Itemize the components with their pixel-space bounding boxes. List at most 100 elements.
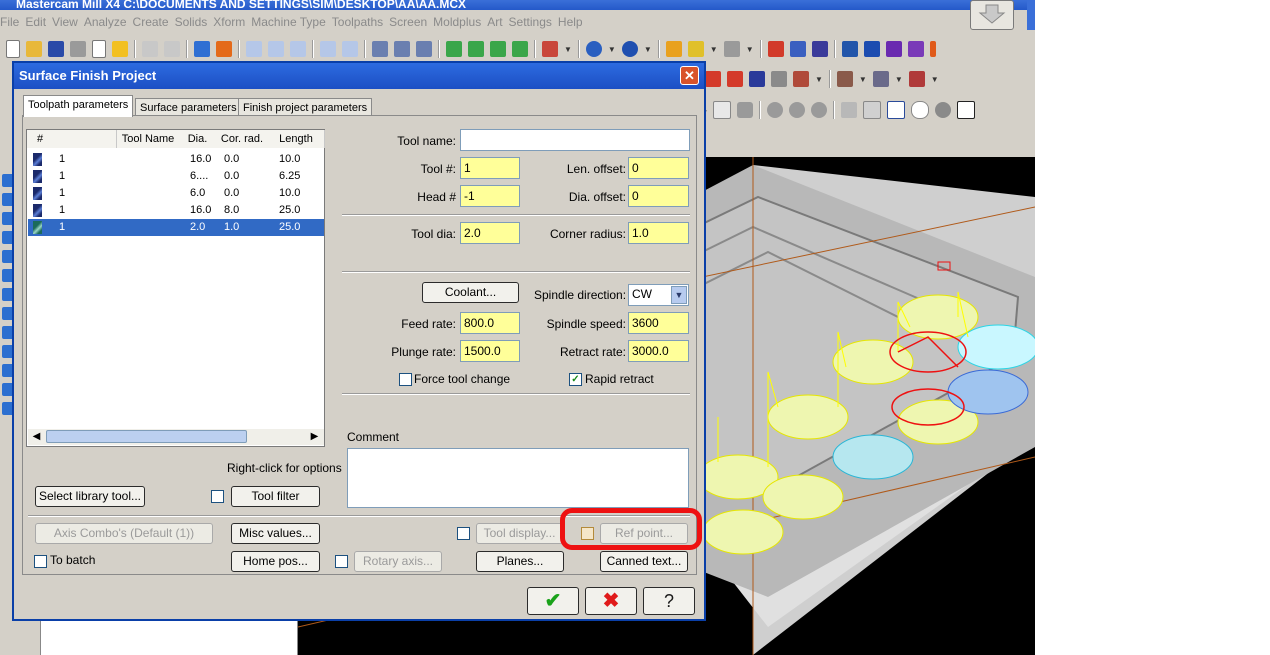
spindle-direction-select[interactable]: CW ▼: [628, 284, 689, 306]
retract-rate-field[interactable]: 3000.0: [628, 340, 689, 362]
layers-icon[interactable]: [907, 41, 924, 57]
redo-icon[interactable]: [164, 41, 180, 57]
menu-settings[interactable]: Settings: [509, 15, 558, 29]
view-box-icon[interactable]: [542, 41, 558, 57]
toolpath-backplot-icon[interactable]: [394, 41, 410, 57]
zoom-window-icon[interactable]: [246, 41, 262, 57]
no-icon[interactable]: [911, 101, 930, 119]
menu-solids[interactable]: Solids: [175, 15, 214, 29]
scroll-right-arrow-icon[interactable]: ▶: [308, 430, 321, 443]
ok-button[interactable]: ✔: [527, 587, 579, 615]
chevron-down-icon[interactable]: ▼: [564, 45, 572, 54]
shade-icon[interactable]: [216, 41, 232, 57]
print-preview-icon[interactable]: [92, 40, 106, 58]
menu-analyze[interactable]: Analyze: [84, 15, 133, 29]
grid-icon[interactable]: [811, 41, 828, 57]
column-header-tool-name[interactable]: Tool Name: [117, 130, 180, 148]
select-library-tool-button[interactable]: Select library tool...: [35, 486, 145, 507]
chevron-down-icon[interactable]: ▼: [710, 45, 718, 54]
chevron-down-icon[interactable]: ▼: [859, 75, 867, 84]
chevron-down-icon[interactable]: ▼: [815, 75, 823, 84]
bottle-icon[interactable]: [908, 71, 925, 87]
tag-icon[interactable]: [771, 71, 787, 87]
menu-edit[interactable]: Edit: [25, 15, 52, 29]
save-icon[interactable]: [48, 41, 64, 57]
print-icon[interactable]: [70, 41, 86, 57]
square-icon[interactable]: [863, 41, 880, 57]
column-header-length[interactable]: Length: [268, 130, 325, 148]
axis-combo-button[interactable]: Axis Combo's (Default (1)): [35, 523, 213, 544]
copy-icon[interactable]: [885, 41, 902, 57]
pencil-icon[interactable]: [665, 41, 682, 57]
tree-icon[interactable]: [789, 41, 806, 57]
force-tool-change-checkbox[interactable]: [399, 373, 412, 386]
chevron-down-icon[interactable]: ▼: [895, 75, 903, 84]
column-header-dia[interactable]: Dia.: [179, 130, 217, 148]
rotary-axis-button[interactable]: Rotary axis...: [354, 551, 442, 572]
zoom-in-icon[interactable]: [290, 41, 306, 57]
len-offset-field[interactable]: 0: [628, 157, 689, 179]
machine-icon[interactable]: [872, 71, 889, 87]
head-field[interactable]: -1: [460, 185, 520, 207]
view-side-icon[interactable]: [490, 41, 506, 57]
horizontal-scrollbar[interactable]: ◀ ▶: [28, 429, 324, 445]
view-iso-icon[interactable]: [512, 41, 528, 57]
face-select-icon[interactable]: [789, 102, 806, 118]
canned-text-button[interactable]: Canned text...: [600, 551, 688, 572]
menu-machine-type[interactable]: Machine Type: [251, 15, 332, 29]
sphere-icon[interactable]: [621, 41, 638, 57]
rotary-axis-checkbox[interactable]: [335, 555, 348, 568]
tool-display-checkbox[interactable]: [457, 527, 470, 540]
coolant-icon[interactable]: [836, 71, 853, 87]
coolant-button[interactable]: Coolant...: [422, 282, 519, 303]
highlight-icon[interactable]: [112, 41, 128, 57]
tool-row[interactable]: 1 16.0 8.0 25.0: [28, 202, 324, 219]
edge-select-icon[interactable]: [811, 102, 828, 118]
undo-icon[interactable]: [142, 41, 158, 57]
menu-file[interactable]: File: [0, 15, 25, 29]
dia-offset-field[interactable]: 0: [628, 185, 689, 207]
solid-select-icon[interactable]: [737, 102, 754, 118]
comment-textarea[interactable]: [347, 448, 689, 508]
feed-rate-field[interactable]: 800.0: [460, 312, 520, 334]
overflow-icon[interactable]: [929, 41, 936, 57]
planes-button[interactable]: Planes...: [476, 551, 564, 572]
menu-moldplus[interactable]: Moldplus: [433, 15, 487, 29]
list-red-icon[interactable]: [727, 71, 743, 87]
pan-icon[interactable]: [194, 41, 210, 57]
chamfer-icon[interactable]: [749, 71, 765, 87]
corner-radius-field[interactable]: 1.0: [628, 222, 689, 244]
tool-filter-checkbox[interactable]: [211, 490, 224, 503]
minimize-button[interactable]: [970, 0, 1014, 30]
globe-icon[interactable]: [585, 41, 602, 57]
plunge-rate-field[interactable]: 1500.0: [460, 340, 520, 362]
zoom-out-icon[interactable]: [342, 41, 358, 57]
spindle-speed-field[interactable]: 3600: [628, 312, 689, 334]
help-icon[interactable]: [957, 101, 976, 119]
zoom-target-icon[interactable]: [320, 41, 336, 57]
menu-create[interactable]: Create: [133, 15, 175, 29]
open-folder-icon[interactable]: [26, 41, 42, 57]
rapid-retract-checkbox[interactable]: ✓: [569, 373, 582, 386]
chevron-down-icon[interactable]: ▼: [671, 286, 687, 304]
tool-filter-button[interactable]: Tool filter: [231, 486, 320, 507]
zoom-fit-icon[interactable]: [268, 41, 284, 57]
circle-select-icon[interactable]: [935, 102, 952, 118]
tool-row[interactable]: 1 16.0 0.0 10.0: [28, 151, 324, 168]
menu-view[interactable]: View: [52, 15, 84, 29]
query-icon[interactable]: [767, 41, 784, 57]
select-arrow-icon[interactable]: [713, 101, 732, 119]
chevron-down-icon[interactable]: ▼: [746, 45, 754, 54]
to-batch-checkbox[interactable]: [34, 555, 47, 568]
help-button[interactable]: ?: [643, 587, 695, 615]
toolpath-verify-icon[interactable]: [372, 41, 388, 57]
column-header-number[interactable]: #: [27, 130, 117, 148]
undo-select-icon[interactable]: [863, 101, 882, 119]
tool-display-button[interactable]: Tool display...: [476, 523, 563, 544]
scroll-thumb[interactable]: [46, 430, 247, 443]
body-select-icon[interactable]: [767, 102, 784, 118]
view-top-icon[interactable]: [446, 41, 462, 57]
misc-values-button[interactable]: Misc values...: [231, 523, 320, 544]
menu-art[interactable]: Art: [487, 15, 508, 29]
wrench-icon[interactable]: [793, 71, 809, 87]
